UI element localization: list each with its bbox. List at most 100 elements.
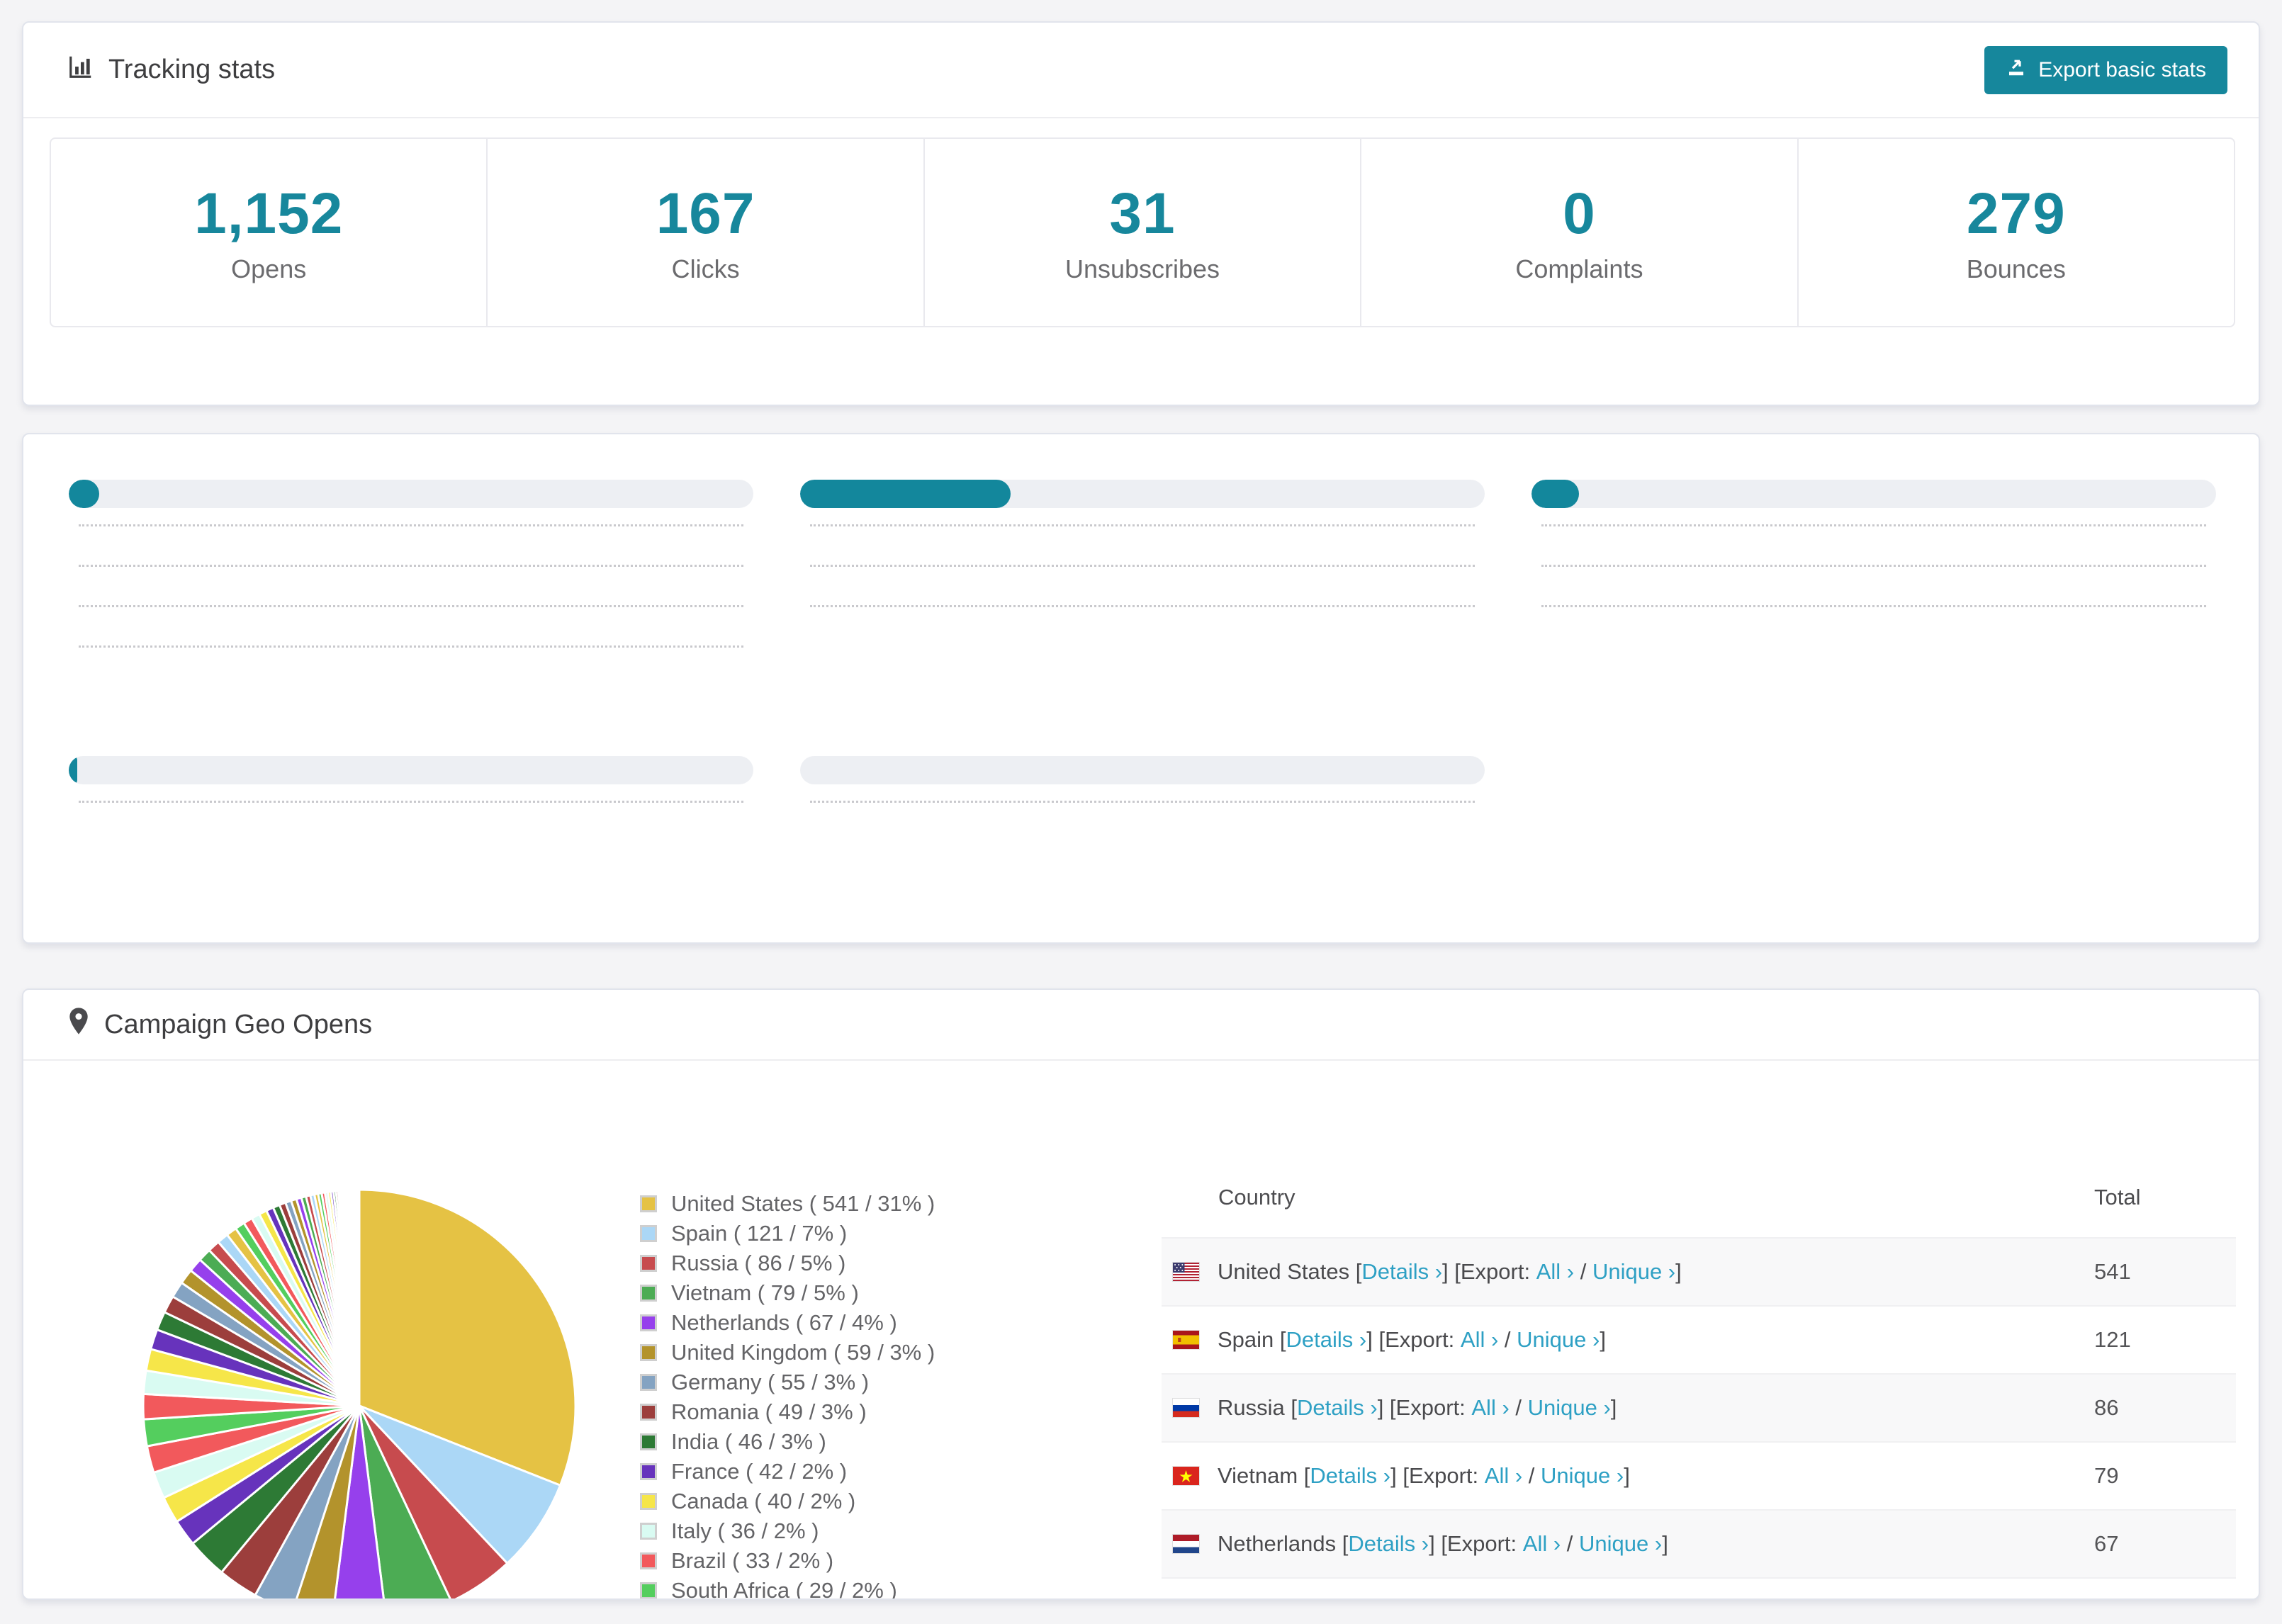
export-all-link[interactable]: All › bbox=[1471, 1395, 1509, 1421]
stat-value: 31 bbox=[1109, 181, 1176, 246]
details-link[interactable]: Details › bbox=[1386, 1599, 1467, 1600]
legend-item-india[interactable]: India ( 46 / 3% ) bbox=[640, 1427, 935, 1457]
export-unique-link[interactable]: Unique › bbox=[1592, 1259, 1675, 1285]
total-cell: 86 bbox=[2094, 1395, 2119, 1420]
rate-progress-fill bbox=[69, 756, 77, 784]
dotted-leader bbox=[1541, 605, 2206, 607]
legend-label: France ( 42 / 2% ) bbox=[671, 1459, 848, 1484]
rate-row bbox=[69, 524, 753, 570]
legend-label: United States ( 541 / 31% ) bbox=[671, 1191, 935, 1216]
country-name: Netherlands bbox=[1218, 1531, 1337, 1556]
geo-table-body: United States [Details ›] [Export: All ›… bbox=[1162, 1237, 2236, 1600]
legend-label: Russia ( 86 / 5% ) bbox=[671, 1251, 846, 1275]
details-link[interactable]: Details › bbox=[1310, 1463, 1390, 1489]
legend-item-united-states[interactable]: United States ( 541 / 31% ) bbox=[640, 1189, 935, 1219]
country-name: Russia bbox=[1218, 1395, 1285, 1420]
legend-item-italy[interactable]: Italy ( 36 / 2% ) bbox=[640, 1516, 935, 1546]
rate-progress-fill bbox=[1531, 480, 1579, 508]
campaign-geo-opens-card: Campaign Geo Opens United States ( 541 /… bbox=[22, 988, 2260, 1600]
export-all-link[interactable]: All › bbox=[1485, 1463, 1522, 1489]
rate-row bbox=[69, 645, 753, 691]
legend-item-netherlands[interactable]: Netherlands ( 67 / 4% ) bbox=[640, 1308, 935, 1338]
legend-item-south-africa[interactable]: South Africa ( 29 / 2% ) bbox=[640, 1576, 935, 1600]
legend-item-united-kingdom[interactable]: United Kingdom ( 59 / 3% ) bbox=[640, 1338, 935, 1368]
legend-label: Brazil ( 33 / 2% ) bbox=[671, 1548, 834, 1573]
legend-item-russia[interactable]: Russia ( 86 / 5% ) bbox=[640, 1248, 935, 1278]
stat-cell-unsubscribes: 31 Unsubscribes bbox=[925, 139, 1362, 326]
legend-label: Italy ( 36 / 2% ) bbox=[671, 1518, 819, 1543]
rates-grid bbox=[69, 460, 2216, 846]
geo-table-row-es: Spain [Details ›] [Export: All › / Uniqu… bbox=[1162, 1305, 2236, 1373]
country-name: Spain bbox=[1218, 1327, 1274, 1352]
legend-label: South Africa ( 29 / 2% ) bbox=[671, 1578, 897, 1600]
export-button-label: Export basic stats bbox=[2038, 57, 2206, 81]
export-all-link[interactable]: All › bbox=[1523, 1531, 1561, 1557]
legend-swatch bbox=[640, 1582, 657, 1598]
legend-item-vietnam[interactable]: Vietnam ( 79 / 5% ) bbox=[640, 1278, 935, 1308]
legend-swatch bbox=[640, 1404, 657, 1421]
legend-label: Spain ( 121 / 7% ) bbox=[671, 1221, 848, 1246]
legend-swatch bbox=[640, 1374, 657, 1391]
export-basic-stats-button[interactable]: Export basic stats bbox=[1984, 45, 2227, 94]
country-cell: United States [Details ›] [Export: All ›… bbox=[1162, 1259, 2094, 1285]
rate-block-bounce-rate bbox=[1531, 460, 2216, 691]
rate-progress-fill bbox=[800, 480, 1011, 508]
rate-row bbox=[1531, 605, 2216, 650]
geo-pie-chart[interactable] bbox=[125, 1172, 593, 1600]
legend-item-france[interactable]: France ( 42 / 2% ) bbox=[640, 1457, 935, 1487]
export-all-link[interactable]: All › bbox=[1561, 1599, 1598, 1600]
legend-label: Romania ( 49 / 3% ) bbox=[671, 1399, 867, 1424]
legend-item-spain[interactable]: Spain ( 121 / 7% ) bbox=[640, 1219, 935, 1248]
rate-progress-fill bbox=[69, 480, 100, 508]
geo-table-row-gb: United Kingdom [Details ›] [Export: All … bbox=[1162, 1577, 2236, 1600]
export-all-link[interactable]: All › bbox=[1461, 1327, 1498, 1353]
legend-item-brazil[interactable]: Brazil ( 33 / 2% ) bbox=[640, 1546, 935, 1576]
legend-item-germany[interactable]: Germany ( 55 / 3% ) bbox=[640, 1368, 935, 1397]
rate-progress-track bbox=[800, 756, 1485, 784]
vn-flag-icon bbox=[1173, 1467, 1199, 1485]
export-all-link[interactable]: All › bbox=[1536, 1259, 1574, 1285]
stat-value: 1,152 bbox=[194, 181, 344, 246]
details-link[interactable]: Details › bbox=[1348, 1531, 1429, 1557]
details-link[interactable]: Details › bbox=[1361, 1259, 1442, 1285]
legend-swatch bbox=[640, 1314, 657, 1331]
export-unique-link[interactable]: Unique › bbox=[1517, 1327, 1600, 1353]
legend-swatch bbox=[640, 1523, 657, 1540]
legend-swatch bbox=[640, 1463, 657, 1480]
legend-item-romania[interactable]: Romania ( 49 / 3% ) bbox=[640, 1397, 935, 1427]
stat-cell-clicks: 167 Clicks bbox=[488, 139, 925, 326]
stat-value: 279 bbox=[1966, 181, 2066, 246]
geo-pie-legend: United States ( 541 / 31% ) Spain ( 121 /… bbox=[640, 1189, 935, 1600]
es-flag-icon bbox=[1173, 1331, 1199, 1349]
country-name: United States bbox=[1218, 1259, 1350, 1284]
legend-label: India ( 46 / 3% ) bbox=[671, 1429, 826, 1454]
export-unique-link[interactable]: Unique › bbox=[1579, 1531, 1662, 1557]
legend-swatch bbox=[640, 1433, 657, 1450]
stat-cell-opens: 1,152 Opens bbox=[51, 139, 488, 326]
dotted-leader bbox=[1541, 524, 2206, 526]
stat-cell-complaints: 0 Complaints bbox=[1361, 139, 1799, 326]
bar-chart-icon bbox=[67, 53, 94, 87]
export-unique-link[interactable]: Unique › bbox=[1617, 1599, 1699, 1600]
legend-label: Germany ( 55 / 3% ) bbox=[671, 1370, 870, 1394]
details-link[interactable]: Details › bbox=[1286, 1327, 1367, 1353]
export-icon bbox=[2006, 57, 2027, 84]
geo-table-header: Country Total bbox=[1162, 1158, 2236, 1237]
dotted-leader bbox=[79, 605, 743, 607]
details-link[interactable]: Details › bbox=[1297, 1395, 1378, 1421]
stat-label: Clicks bbox=[671, 254, 740, 283]
legend-swatch bbox=[640, 1493, 657, 1510]
legend-swatch bbox=[640, 1285, 657, 1302]
dotted-leader bbox=[79, 801, 743, 803]
export-unique-link[interactable]: Unique › bbox=[1528, 1395, 1611, 1421]
total-cell: 121 bbox=[2094, 1327, 2131, 1352]
geo-table: Country Total United States [Details ›] … bbox=[1162, 1158, 2236, 1600]
dotted-leader bbox=[79, 565, 743, 567]
country-cell: Netherlands [Details ›] [Export: All › /… bbox=[1162, 1531, 2094, 1557]
geo-table-row-vn: Vietnam [Details ›] [Export: All › / Uni… bbox=[1162, 1441, 2236, 1509]
rate-block-clicks-rate bbox=[69, 460, 753, 691]
export-unique-link[interactable]: Unique › bbox=[1541, 1463, 1624, 1489]
legend-item-canada[interactable]: Canada ( 40 / 2% ) bbox=[640, 1487, 935, 1516]
stat-cell-bounces: 279 Bounces bbox=[1799, 139, 2234, 326]
total-cell: 59 bbox=[2094, 1599, 2236, 1600]
